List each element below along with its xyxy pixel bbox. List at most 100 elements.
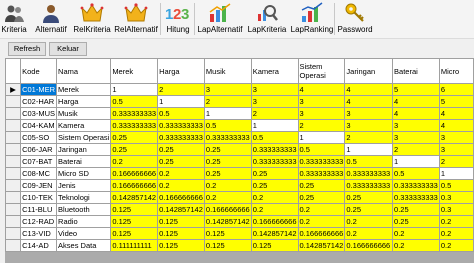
cell-value[interactable]: 0.333333333 bbox=[344, 179, 394, 192]
cell-value[interactable]: 0.166666666 bbox=[297, 227, 346, 240]
cell-value[interactable]: 0.166666666 bbox=[157, 191, 205, 204]
cell-value[interactable]: 0.333333333 bbox=[297, 167, 346, 180]
cell-value[interactable]: 2 bbox=[438, 155, 474, 168]
toolbar-lapranking-button[interactable]: LapRanking bbox=[291, 1, 333, 37]
cell-value[interactable]: 0.333333333 bbox=[157, 119, 205, 132]
cell-value[interactable]: 0.2 bbox=[250, 203, 299, 216]
cell-value[interactable]: 0.5 bbox=[344, 155, 394, 168]
table-row[interactable]: C08-MC Micro SD 0.166666666 0.2 0.25 0.25 0.33… bbox=[5, 167, 474, 180]
toolbar-alternatif-button[interactable]: Alternatif bbox=[34, 1, 68, 37]
cell-value[interactable]: 0.166666666 bbox=[203, 203, 252, 216]
row-header[interactable] bbox=[5, 143, 22, 156]
cell-value[interactable]: 0.5 bbox=[438, 179, 474, 192]
cell-value[interactable]: 0.25 bbox=[110, 143, 159, 156]
cell-value[interactable]: 0.25 bbox=[392, 203, 440, 216]
column-header[interactable]: Baterai bbox=[392, 58, 440, 84]
row-header[interactable] bbox=[5, 95, 22, 108]
cell-value[interactable]: 0.125 bbox=[203, 239, 252, 252]
cell-value[interactable]: 2 bbox=[344, 131, 394, 144]
table-row[interactable]: C14-AD Akses Data 0.111111111 0.125 0.125 0.1… bbox=[5, 239, 474, 252]
cell-name[interactable]: Baterai bbox=[56, 155, 112, 168]
cell-name[interactable]: Akses Data bbox=[56, 239, 112, 252]
cell-value[interactable]: 3 bbox=[392, 131, 440, 144]
cell-name[interactable]: Jenis bbox=[56, 179, 112, 192]
cell-code[interactable]: C11-BLU bbox=[20, 203, 58, 216]
cell-code[interactable]: C10-TEK bbox=[20, 191, 58, 204]
cell-value[interactable]: 0.2 bbox=[250, 191, 299, 204]
toolbar-relalternatif-button[interactable]: RelAlternatif bbox=[114, 1, 158, 37]
cell-code[interactable]: C08-MC bbox=[20, 167, 58, 180]
toolbar-lapalternatif-button[interactable]: LapAlternatif bbox=[197, 1, 243, 37]
row-header[interactable] bbox=[5, 203, 22, 216]
cell-value[interactable]: 1 bbox=[110, 83, 159, 96]
cell-value[interactable]: 0.333333333 bbox=[110, 107, 159, 120]
cell-value[interactable]: 0.2 bbox=[344, 227, 394, 240]
table-row[interactable]: C06-JAR Jaringan 0.25 0.25 0.25 0.333333333 0.… bbox=[5, 143, 474, 156]
column-header[interactable]: Merek bbox=[110, 58, 159, 84]
column-header[interactable]: Kamera bbox=[250, 58, 299, 84]
cell-value[interactable]: 0.5 bbox=[250, 131, 299, 144]
cell-value[interactable]: 0.25 bbox=[250, 179, 299, 192]
cell-value[interactable]: 4 bbox=[297, 83, 346, 96]
cell-value[interactable]: 0.25 bbox=[344, 191, 394, 204]
toolbar-password-button[interactable]: Password bbox=[337, 1, 373, 37]
cell-value[interactable]: 3 bbox=[203, 83, 252, 96]
table-row[interactable]: ▶ C01-MER Merek 1 2 3 3 4 4 5 6 bbox=[5, 83, 474, 96]
data-grid[interactable]: Kode Nama Merek Harga Musik Kamera Sistem Oper… bbox=[5, 58, 474, 263]
cell-name[interactable]: Sistem Operasi bbox=[56, 131, 112, 144]
cell-value[interactable]: 5 bbox=[392, 83, 440, 96]
column-header[interactable]: Micro bbox=[438, 58, 474, 84]
cell-value[interactable]: 0.25 bbox=[110, 131, 159, 144]
row-header[interactable] bbox=[5, 119, 22, 132]
cell-value[interactable]: 3 bbox=[297, 107, 346, 120]
cell-value[interactable]: 0.2 bbox=[203, 179, 252, 192]
cell-name[interactable]: Merek bbox=[56, 83, 112, 96]
column-header[interactable]: Nama bbox=[56, 58, 112, 84]
cell-name[interactable]: Micro SD bbox=[56, 167, 112, 180]
cell-value[interactable]: 0.166666666 bbox=[344, 239, 394, 252]
cell-value[interactable]: 0.166666666 bbox=[110, 179, 159, 192]
cell-value[interactable]: 0.25 bbox=[344, 203, 394, 216]
cell-value[interactable]: 0.2 bbox=[438, 215, 474, 228]
cell-value[interactable]: 6 bbox=[438, 83, 474, 96]
cell-value[interactable]: 0.333333333 bbox=[110, 119, 159, 132]
cell-value[interactable]: 0.2 bbox=[438, 239, 474, 252]
cell-value[interactable]: 4 bbox=[392, 95, 440, 108]
cell-value[interactable]: 2 bbox=[297, 119, 346, 132]
cell-value[interactable]: 1 bbox=[438, 167, 474, 180]
cell-value[interactable]: 0.2 bbox=[438, 227, 474, 240]
cell-value[interactable]: 0.2 bbox=[157, 179, 205, 192]
cell-code[interactable]: C05-SO bbox=[20, 131, 58, 144]
cell-value[interactable]: 0.125 bbox=[157, 227, 205, 240]
cell-value[interactable]: 0.333333333 bbox=[297, 155, 346, 168]
table-row[interactable]: C13-VID Video 0.125 0.125 0.125 0.142857142 0.… bbox=[5, 227, 474, 240]
cell-value[interactable]: 2 bbox=[157, 83, 205, 96]
table-row[interactable]: C03-MUS Musik 0.333333333 0.5 1 2 3 3 4 4 bbox=[5, 107, 474, 120]
column-header[interactable]: Harga bbox=[157, 58, 205, 84]
cell-value[interactable]: 3 bbox=[344, 107, 394, 120]
cell-value[interactable]: 0.25 bbox=[203, 155, 252, 168]
cell-value[interactable]: 0.25 bbox=[157, 155, 205, 168]
table-row[interactable]: C11-BLU Bluetooth 0.125 0.142857142 0.166666… bbox=[5, 203, 474, 216]
cell-value[interactable]: 0.25 bbox=[250, 167, 299, 180]
cell-value[interactable]: 0.5 bbox=[297, 143, 346, 156]
table-row[interactable]: C02-HAR Harga 0.5 1 2 3 3 4 4 5 bbox=[5, 95, 474, 108]
cell-value[interactable]: 0.142857142 bbox=[110, 191, 159, 204]
cell-value[interactable]: 0.333333333 bbox=[344, 167, 394, 180]
cell-value[interactable]: 0.125 bbox=[250, 239, 299, 252]
cell-value[interactable]: 1 bbox=[344, 143, 394, 156]
cell-value[interactable]: 0.3 bbox=[438, 203, 474, 216]
cell-value[interactable]: 4 bbox=[344, 83, 394, 96]
toolbar-hitung-button[interactable]: 1 2 3 Hitung bbox=[163, 1, 193, 37]
cell-value[interactable]: 0.125 bbox=[203, 227, 252, 240]
cell-value[interactable]: 3 bbox=[392, 119, 440, 132]
row-header[interactable] bbox=[5, 107, 22, 120]
cell-code[interactable]: C06-JAR bbox=[20, 143, 58, 156]
cell-value[interactable]: 3 bbox=[297, 95, 346, 108]
row-header[interactable] bbox=[5, 131, 22, 144]
cell-value[interactable]: 0.2 bbox=[203, 191, 252, 204]
cell-value[interactable]: 4 bbox=[438, 107, 474, 120]
cell-value[interactable]: 2 bbox=[203, 95, 252, 108]
cell-value[interactable]: 0.2 bbox=[297, 203, 346, 216]
cell-code[interactable]: C02-HAR bbox=[20, 95, 58, 108]
